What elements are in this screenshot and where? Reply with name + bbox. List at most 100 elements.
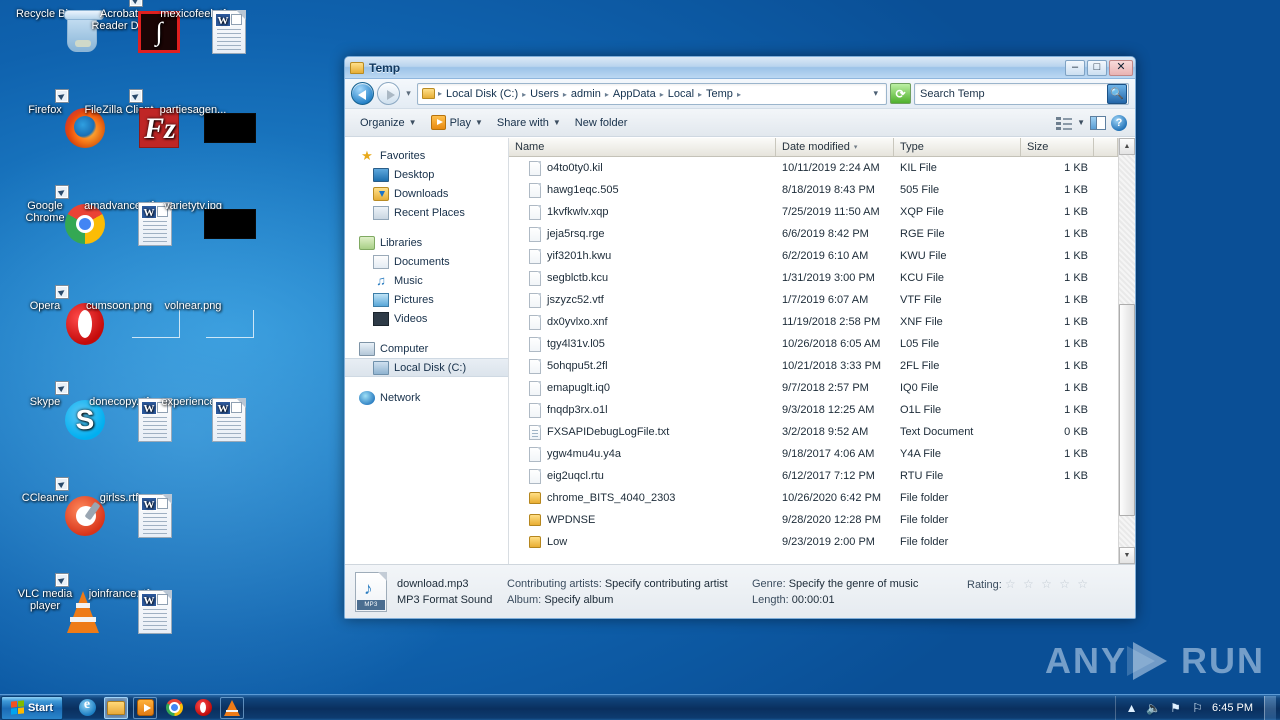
breadcrumb-chevron-down-icon[interactable]: ▾ [867, 88, 884, 99]
forward-arrow-icon[interactable] [377, 82, 400, 105]
desktop-icon-girlss-rtf[interactable]: Wgirlss.rtf [82, 492, 172, 538]
view-chevron-down-icon[interactable]: ▼ [1077, 118, 1085, 127]
contributing-artists-value[interactable]: Specify contributing artist [605, 578, 728, 590]
scrollbar-thumb[interactable] [1119, 303, 1135, 516]
refresh-icon[interactable]: ⟳ [890, 83, 911, 104]
table-row[interactable]: jszyzc52.vtf 1/7/2019 6:07 AM VTF File 1 KB [509, 289, 1118, 311]
scroll-down-icon[interactable]: ▼ [1119, 547, 1135, 564]
file-rows[interactable]: o4to0ty0.kil 10/11/2019 2:24 AM KIL File 1 … [509, 157, 1118, 564]
column-header-type[interactable]: Type [894, 138, 1021, 156]
speaker-icon[interactable]: 🔈 [1146, 700, 1161, 715]
window-controls[interactable]: – □ ✕ [1065, 59, 1133, 76]
breadcrumb-chevron-icon[interactable]: ▸ [659, 90, 665, 99]
minimize-button[interactable]: – [1065, 59, 1085, 76]
command-toolbar[interactable]: Organize ▼ Play ▼ Share with ▼ New folde… [345, 109, 1135, 137]
taskbar[interactable]: Start ▲ 🔈 ⚑ ⚐ 6:45 PM [0, 694, 1280, 720]
table-row[interactable]: segblctb.kcu 1/31/2019 3:00 PM KCU File 1 K… [509, 267, 1118, 289]
table-row[interactable]: emapuglt.iq0 9/7/2018 2:57 PM IQ0 File 1 KB [509, 377, 1118, 399]
column-header-date-modified[interactable]: Date modified ▾ [776, 138, 894, 156]
system-tray[interactable]: ▲ 🔈 ⚑ ⚐ 6:45 PM [1115, 695, 1280, 720]
desktop-icon-vlc-media-player[interactable]: VLC media player [8, 573, 99, 633]
flag-warning-icon[interactable]: ⚑ [1168, 700, 1183, 715]
scrollbar-track[interactable] [1119, 155, 1135, 547]
desktop-icon-volnear-png[interactable]: volnear.png [156, 300, 254, 338]
maximize-button[interactable]: □ [1087, 59, 1107, 76]
recent-pages-chevron-down-icon[interactable]: ▾ [403, 88, 414, 99]
vlc-icon[interactable] [220, 696, 244, 719]
play-button[interactable]: Play ▼ [424, 112, 490, 133]
breadcrumb-chevron-icon[interactable]: ▸ [736, 90, 742, 99]
table-row[interactable]: Low 9/23/2019 2:00 PM File folder [509, 531, 1118, 553]
network-flag-icon[interactable]: ⚐ [1190, 700, 1205, 715]
desktop-icon-filezilla-client[interactable]: Fz FileZilla Client [82, 89, 179, 148]
nav-item-music[interactable]: ♫ Music [345, 271, 508, 290]
table-row[interactable]: eig2uqcl.rtu 6/12/2017 7:12 PM RTU File 1 K… [509, 465, 1118, 487]
start-button[interactable]: Start [1, 695, 63, 720]
windows-explorer-icon[interactable] [104, 696, 128, 719]
genre-value[interactable]: Specify the genre of music [789, 578, 919, 590]
table-row[interactable]: 1kvfkwlv.xqp 7/25/2019 11:50 AM XQP File 1 … [509, 201, 1118, 223]
breadcrumb[interactable]: ▸ Local Disk (C:) ▸ Users ▸ admin ▸ AppData ▸ Lo… [417, 82, 887, 105]
change-view-icon[interactable] [1056, 116, 1073, 130]
vertical-scrollbar[interactable]: ▲ ▼ [1118, 138, 1135, 564]
nav-item-recent-places[interactable]: Recent Places [345, 203, 508, 222]
new-folder-button[interactable]: New folder [568, 114, 635, 132]
preview-pane-icon[interactable] [1090, 115, 1106, 130]
navigation-pane[interactable]: ★ Favorites Desktop Downloads Recent Places L… [345, 138, 509, 564]
back-arrow-icon[interactable] [351, 82, 374, 105]
breadcrumb-item-temp[interactable]: Temp [703, 88, 736, 100]
organize-button[interactable]: Organize ▼ [353, 114, 424, 132]
desktop-icon-ccleaner[interactable]: CCleaner [8, 477, 105, 536]
scroll-up-icon[interactable]: ▲ [1119, 138, 1135, 155]
album-value[interactable]: Specify album [544, 594, 613, 606]
nav-section-computer[interactable]: Computer [345, 339, 508, 358]
desktop-icon-donecopy-rtf[interactable]: Wdonecopy.rtf [82, 396, 172, 442]
nav-item-videos[interactable]: Videos [345, 309, 508, 328]
chrome-icon[interactable] [162, 697, 186, 719]
nav-item-local-disk-c[interactable]: Local Disk (C:) [345, 358, 508, 377]
nav-section-libraries[interactable]: Libraries [345, 233, 508, 252]
desktop-icon-cumsoon-png[interactable]: cumsoon.png [82, 300, 180, 338]
chevron-up-icon[interactable]: ▲ [1124, 700, 1139, 715]
taskbar-clock[interactable]: 6:45 PM [1212, 702, 1253, 714]
share-with-button[interactable]: Share with ▼ [490, 114, 568, 132]
desktop-icon-varietytv-jpg[interactable]: varietytv.jpg [156, 200, 256, 239]
toolbar-right-group[interactable]: ▼ ? [1056, 114, 1127, 131]
windows-media-player-icon[interactable] [133, 696, 157, 719]
table-row[interactable]: ygw4mu4u.y4a 9/18/2017 4:06 AM Y4A File 1 K… [509, 443, 1118, 465]
column-header-size[interactable]: Size [1021, 138, 1094, 156]
table-row[interactable]: tgy4l31v.l05 10/26/2018 6:05 AM L05 File 1 … [509, 333, 1118, 355]
desktop-icon-google-chrome[interactable]: Google Chrome [8, 185, 105, 244]
internet-explorer-icon[interactable] [75, 697, 99, 719]
table-row[interactable]: fnqdp3rx.o1l 9/3/2018 12:25 AM O1L File 1 K… [509, 399, 1118, 421]
table-row[interactable]: FXSAPIDebugLogFile.txt 3/2/2018 9:52 AM Te… [509, 421, 1118, 443]
quick-launch-bar[interactable] [75, 696, 244, 719]
close-button[interactable]: ✕ [1109, 59, 1133, 76]
nav-item-pictures[interactable]: Pictures [345, 290, 508, 309]
column-headers[interactable]: Name Date modified ▾ Type Size [509, 138, 1118, 157]
table-row[interactable]: dx0yvlxo.xnf 11/19/2018 2:58 PM XNF File 1 … [509, 311, 1118, 333]
desktop-icon-joinfrance-rtf[interactable]: Wjoinfrance.rtf [82, 588, 172, 634]
breadcrumb-item-admin[interactable]: admin [568, 88, 604, 100]
nav-item-desktop[interactable]: Desktop [345, 165, 508, 184]
desktop-icon-firefox[interactable]: Firefox [8, 89, 105, 148]
desktop-icon-mexicofeel-rtf[interactable]: Wmexicofeel.rtf [156, 8, 246, 54]
breadcrumb-item-local[interactable]: Local [665, 88, 697, 100]
column-header-name[interactable]: Name [509, 138, 776, 156]
breadcrumb-item-appdata[interactable]: AppData [610, 88, 659, 100]
show-desktop-button[interactable] [1264, 695, 1276, 720]
nav-item-documents[interactable]: Documents [345, 252, 508, 271]
desktop-icon-acrobat-reader-dc[interactable]: ∫ Acrobat Reader DC [82, 0, 180, 53]
table-row[interactable]: jeja5rsq.rge 6/6/2019 8:42 PM RGE File 1 KB [509, 223, 1118, 245]
table-row[interactable]: o4to0ty0.kil 10/11/2019 2:24 AM KIL File 1 … [509, 157, 1118, 179]
table-row[interactable]: WPDNSE 9/28/2020 12:28 PM File folder [509, 509, 1118, 531]
desktop-icon-partiesagen[interactable]: partiesagen... [156, 104, 256, 143]
desktop-icon-experience[interactable]: Wexperience... [156, 396, 246, 442]
search-icon[interactable]: 🔍 [1107, 83, 1127, 104]
desktop-icon-opera[interactable]: Opera [8, 285, 104, 345]
breadcrumb-chevron-icon[interactable]: ▸ [562, 90, 568, 99]
rating-stars[interactable]: ☆ ☆ ☆ ☆ ☆ [1005, 577, 1090, 591]
explorer-window[interactable]: Temp – □ ✕ ▾ ▸ Local Disk (C:) ▸ Users ▸ adm… [344, 56, 1136, 619]
breadcrumb-item-local-disk-c[interactable]: Local Disk (C:) [443, 88, 521, 100]
nav-section-favorites[interactable]: ★ Favorites [345, 146, 508, 165]
